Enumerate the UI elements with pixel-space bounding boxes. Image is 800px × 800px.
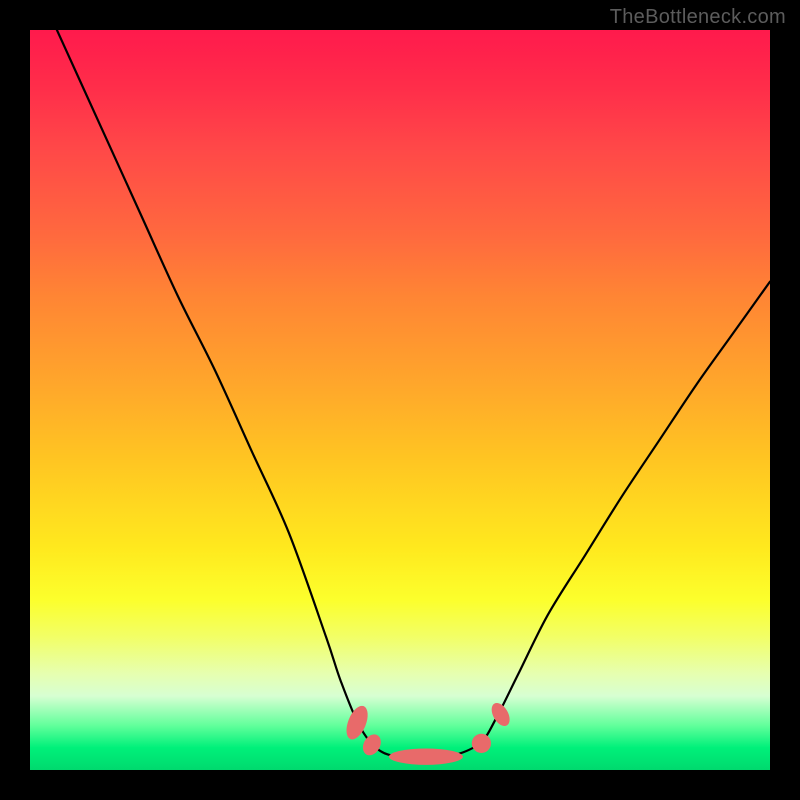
- right-near-blob: [472, 734, 491, 753]
- right-upper-blob: [488, 700, 513, 729]
- left-mid-blob: [359, 731, 384, 758]
- bottom-long-blob: [389, 749, 463, 765]
- plot-area: [30, 30, 770, 770]
- chart-frame: TheBottleneck.com: [0, 0, 800, 800]
- watermark-text: TheBottleneck.com: [610, 6, 786, 29]
- curve-svg: [30, 30, 770, 770]
- left-upper-blob: [342, 703, 372, 743]
- bottleneck-curve: [30, 30, 770, 757]
- curve-markers: [342, 700, 513, 765]
